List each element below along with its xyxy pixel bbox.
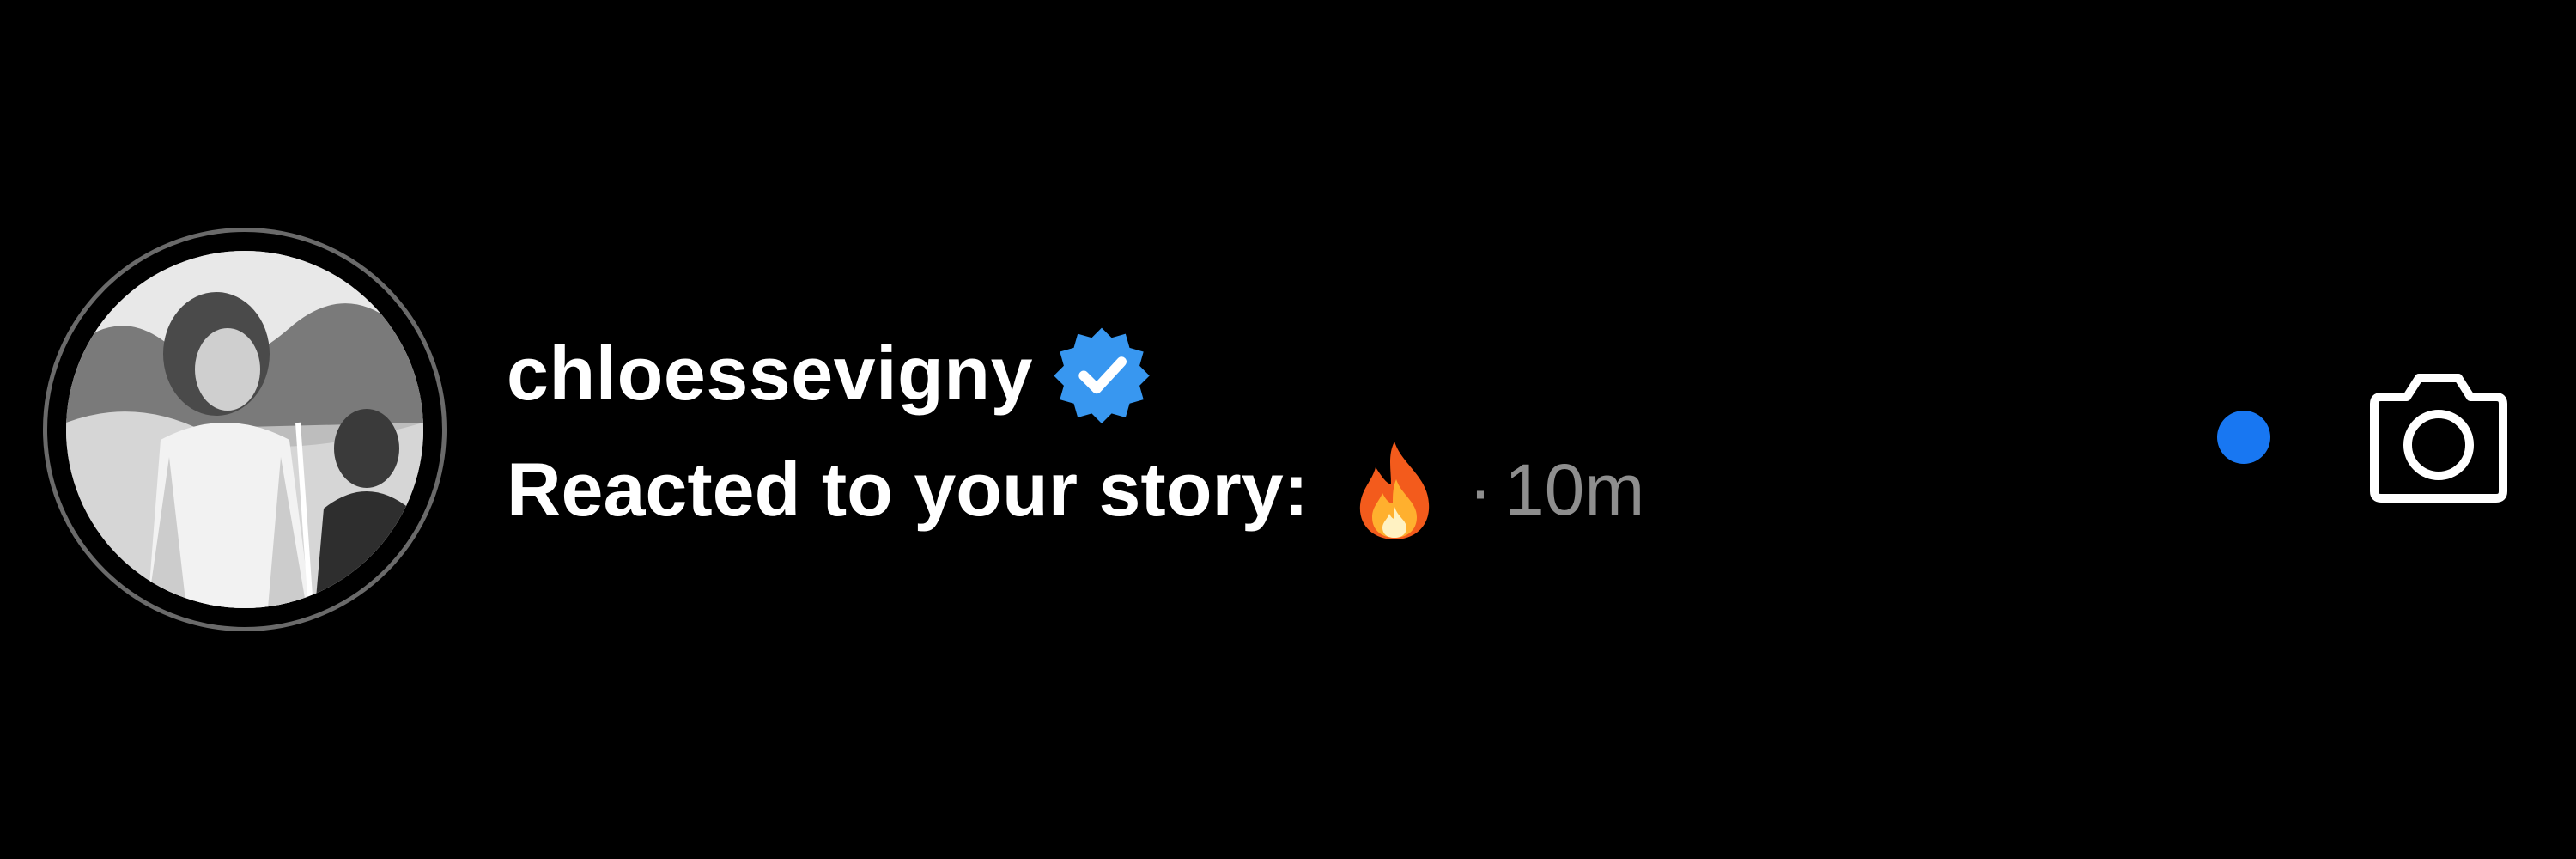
camera-button[interactable]	[2357, 369, 2520, 507]
notification-row[interactable]: chloessevigny Reacted to your story: · 1…	[0, 0, 2576, 859]
verified-badge-icon	[1052, 324, 1151, 423]
message-line: Reacted to your story: · 10m	[507, 430, 1644, 550]
avatar[interactable]	[66, 251, 423, 608]
avatar-photo	[66, 251, 423, 608]
username[interactable]: chloessevigny	[507, 330, 1033, 417]
name-line: chloessevigny	[507, 318, 1644, 430]
unread-indicator	[2217, 411, 2270, 464]
reaction-message: Reacted to your story:	[507, 447, 1309, 532]
fire-emoji-icon	[1352, 438, 1437, 541]
camera-icon	[2370, 374, 2507, 503]
notification-text[interactable]: chloessevigny Reacted to your story: · 1…	[507, 318, 1644, 550]
separator: ·	[1467, 448, 1492, 530]
timestamp: 10m	[1504, 448, 1645, 530]
